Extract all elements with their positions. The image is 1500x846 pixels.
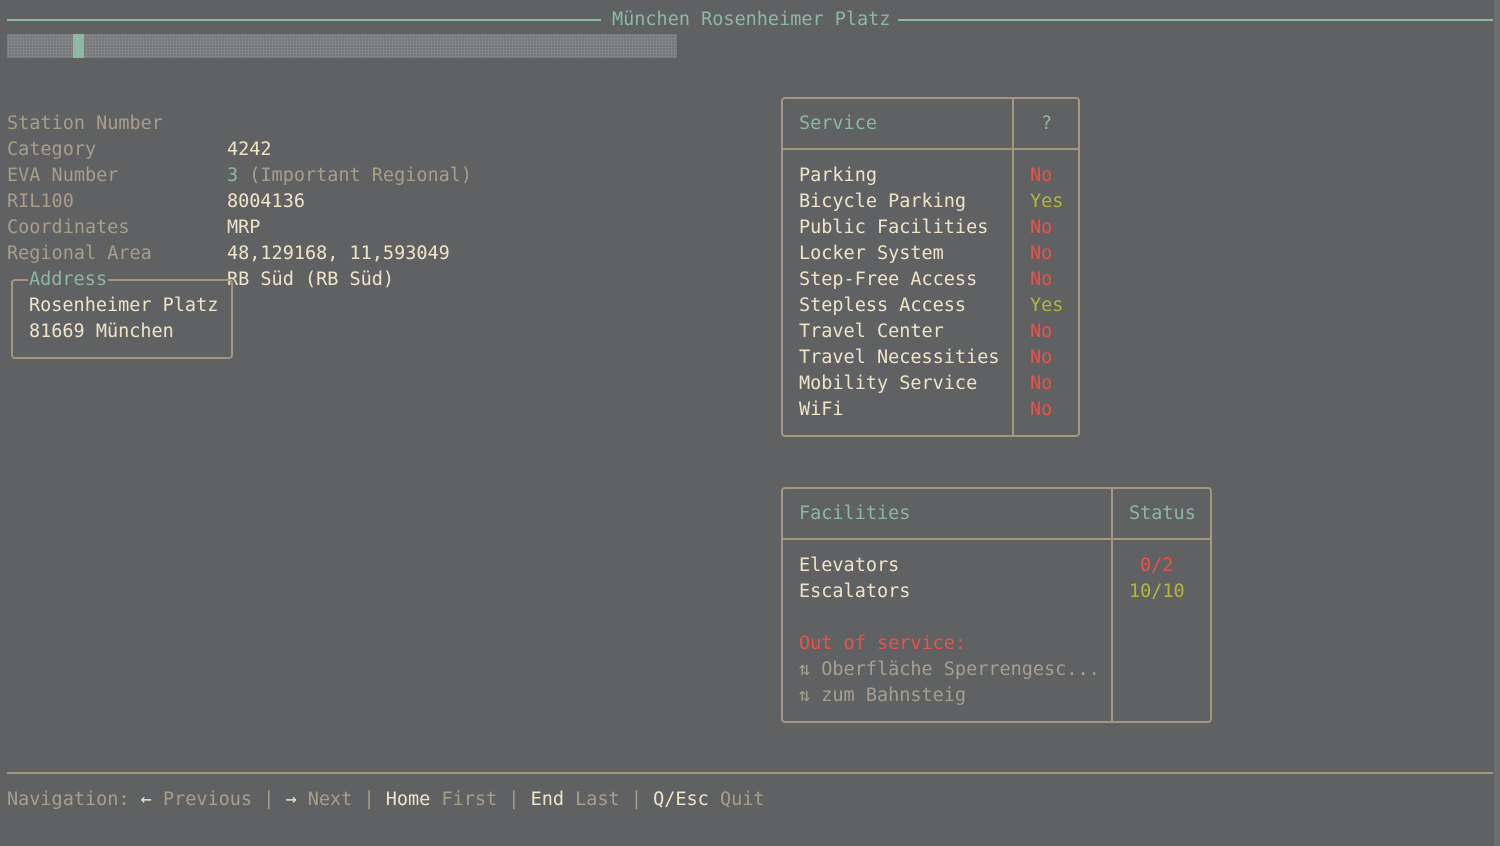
facility-name-elevators: Elevators [799,555,900,576]
service-name: Public Facilities [799,217,989,238]
service-name: Travel Necessities [799,347,1000,368]
nav-next[interactable]: → Next [285,789,352,810]
address-legend: Address [28,269,108,290]
service-availability: No [1030,165,1053,186]
out-of-service-item: ⇅ zum Bahnsteig [799,683,966,709]
service-name: Locker System [799,243,944,264]
info-value: MRP [227,217,261,238]
info-value: 8004136 [227,191,305,212]
nav-first[interactable]: Home First [386,789,497,810]
service-availability: Yes [1030,191,1064,212]
nav-end-key: End [530,789,564,810]
station-progress-thumb [72,34,84,58]
nav-previous-label: Previous [162,789,253,810]
nav-separator: | [263,789,275,810]
escalator-icon: ⇅ [799,685,811,706]
nav-last-label: Last [575,789,620,810]
service-header-name: Service [799,113,877,134]
page-title: München Rosenheimer Platz [612,9,891,30]
facilities-header-divider [782,538,1211,540]
window-scrollbar[interactable] [1494,0,1500,846]
info-value: 48,129168, 11,593049 [227,243,450,264]
navigation-bar: Navigation: ← Previous | → Next | Home F… [7,787,765,813]
nav-quit-label: Quit [719,789,765,810]
nav-separator: | [363,789,375,810]
service-availability: No [1030,217,1053,238]
service-availability: No [1030,321,1053,342]
escalator-icon: ⇅ [799,659,811,680]
facility-status-escalators: 10/10 [1129,581,1185,602]
nav-separator: | [630,789,642,810]
service-header-value: ? [1041,113,1053,134]
info-label: Regional Area [7,243,152,264]
footer-rule [7,772,1493,774]
title-rule-right [898,19,1493,21]
address-line-2: 81669 München [29,321,174,342]
nav-last[interactable]: End Last [531,789,620,810]
service-availability: No [1030,373,1053,394]
arrow-left-icon: ← [140,789,152,810]
category-description: (Important Regional) [249,165,473,186]
nav-home-key: Home [385,789,431,810]
facility-status-elevators: 0/2 [1140,555,1174,576]
out-of-service-label: Out of service: [799,633,967,654]
info-value: 4242 [227,139,272,160]
info-value: 3 (Important Regional) [227,163,472,189]
facilities-header-name: Facilities [799,503,911,524]
out-of-service-text: Oberfläche Sperrengesc... [821,659,1100,680]
service-name: WiFi [799,399,844,420]
nav-quit-key: Q/Esc [653,789,709,810]
title-rule-left [7,19,601,21]
service-availability: No [1030,399,1053,420]
address-line-1: Rosenheimer Platz [29,295,219,316]
station-progress-track [7,34,677,58]
arrow-right-icon: → [285,789,297,810]
out-of-service-item: ⇅ Oberfläche Sperrengesc... [799,657,1100,683]
nav-first-label: First [441,789,498,810]
facility-name-escalators: Escalators [799,581,911,602]
category-number: 3 [227,165,239,186]
facilities-header-status: Status [1129,503,1196,524]
service-name: Bicycle Parking [799,191,967,212]
service-header-divider [782,148,1079,150]
service-name: Stepless Access [799,295,967,316]
service-availability: No [1030,347,1053,368]
facilities-column-divider [1111,488,1113,722]
service-name: Travel Center [799,321,944,342]
nav-next-label: Next [307,789,353,810]
out-of-service-text: zum Bahnsteig [821,685,967,706]
service-name: Step-Free Access [799,269,978,290]
service-availability: No [1030,243,1053,264]
service-name: Mobility Service [799,373,978,394]
navigation-label: Navigation: [7,789,130,810]
service-availability: Yes [1030,295,1064,316]
service-name: Parking [799,165,877,186]
info-value: RB Süd (RB Süd) [227,269,395,290]
nav-separator: | [508,789,520,810]
service-availability: No [1030,269,1053,290]
nav-previous[interactable]: ← Previous [141,789,252,810]
nav-quit[interactable]: Q/Esc Quit [653,789,764,810]
